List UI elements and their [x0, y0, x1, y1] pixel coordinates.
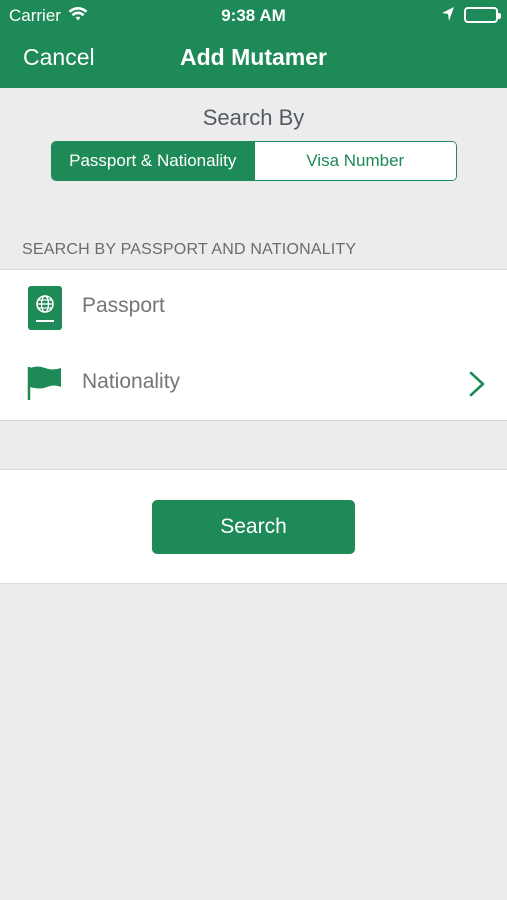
passport-row[interactable]: [0, 270, 507, 346]
segment-passport-nationality[interactable]: Passport & Nationality: [52, 142, 254, 180]
battery-icon: [464, 7, 501, 23]
search-form: [0, 269, 507, 421]
search-by-heading: Search By: [202, 105, 305, 130]
navigation-bar: Carrier 9:38 AM Cancel Add Mutamer: [0, 0, 507, 88]
search-mode-segmented-control: Passport & Nationality Visa Number: [51, 141, 457, 181]
status-bar: Carrier 9:38 AM: [0, 0, 507, 30]
chevron-right-icon[interactable]: [468, 371, 486, 402]
nationality-input[interactable]: [82, 370, 442, 394]
status-time: 9:38 AM: [221, 6, 286, 25]
location-arrow-icon: [441, 6, 455, 27]
flag-icon: [27, 365, 65, 406]
nationality-row[interactable]: [0, 346, 507, 422]
passport-input[interactable]: [82, 294, 442, 318]
page-title: Add Mutamer: [180, 44, 327, 70]
segment-visa-number[interactable]: Visa Number: [253, 142, 456, 180]
search-button-panel: Search: [0, 469, 507, 584]
passport-icon: [27, 285, 63, 336]
section-header: SEARCH BY PASSPORT AND NATIONALITY: [22, 241, 357, 258]
search-button[interactable]: Search: [152, 500, 355, 554]
